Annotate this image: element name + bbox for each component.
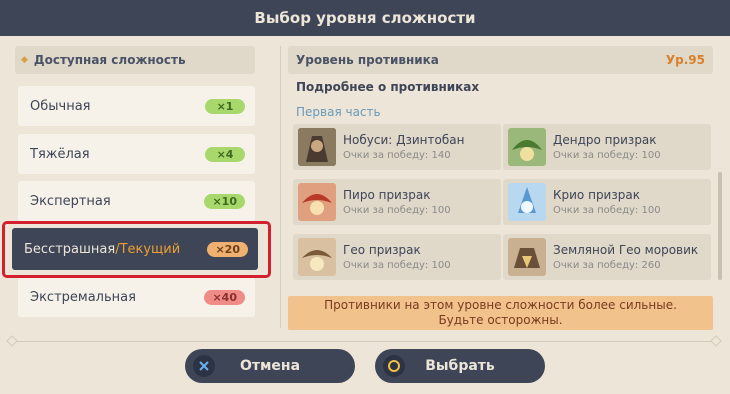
nobushi-icon [298,128,336,166]
dendro-specter-icon [508,128,546,166]
enemy-details-heading: Подробнее о противниках [296,80,480,94]
pyro-specter-icon [298,183,336,221]
selection-highlight [2,221,271,278]
circle-icon [383,355,405,377]
enemy-card[interactable]: Земляной Гео моровик Очки за победу: 260 [503,234,711,280]
select-button[interactable]: Выбрать [375,349,545,383]
enemy-points: Очки за победу: 100 [553,150,661,161]
difficulty-list: ◆ Доступная сложность Обычная ×1 Тяжёлая… [12,46,258,317]
enemy-points: Очки за победу: 100 [343,260,451,271]
enemy-card[interactable]: Пиро призрак Очки за победу: 100 [293,179,501,225]
difficulty-label: Экспертная [30,193,111,209]
enemy-level-row: Уровень противника Ур.95 [288,46,713,74]
enemy-name: Земляной Гео моровик [553,243,699,257]
enemy-points: Очки за победу: 140 [343,150,451,161]
difficulty-label: Обычная [30,98,91,114]
enemy-name: Гео призрак [343,243,421,257]
enemy-level-value: Ур.95 [665,53,705,67]
enemy-name: Дендро призрак [553,133,657,147]
enemy-name: Пиро призрак [343,188,431,202]
enemy-list-scrollbar[interactable] [718,172,722,280]
enemy-card[interactable]: Гео призрак Очки за победу: 100 [293,234,501,280]
available-difficulty-header: ◆ Доступная сложность [15,46,255,74]
enemy-points: Очки за победу: 100 [343,205,451,216]
enemy-name: Нобуси: Дзинтобан [343,133,465,147]
multiplier-badge: ×4 [205,146,245,162]
multiplier-badge: ×1 [205,98,245,114]
cancel-button[interactable]: Отмена [185,349,355,383]
enemy-card[interactable]: Дендро призрак Очки за победу: 100 [503,124,711,170]
enemy-card[interactable]: Нобуси: Дзинтобан Очки за победу: 140 [293,124,501,170]
difficulty-label: Экстремальная [30,289,136,305]
difficulty-warning: Противники на этом уровне сложности боле… [288,296,713,330]
enemy-points: Очки за победу: 100 [553,205,661,216]
enemy-info-panel: Уровень противника Ур.95 Подробнее о про… [288,46,713,330]
enemy-card[interactable]: Крио призрак Очки за победу: 100 [503,179,711,225]
select-label: Выбрать [425,358,495,374]
enemy-level-label: Уровень противника [296,53,439,67]
difficulty-normal[interactable]: Обычная ×1 [18,86,255,126]
difficulty-extreme[interactable]: Экстремальная ×40 [18,277,255,317]
footer-divider [14,341,714,342]
available-difficulty-label: Доступная сложность [33,53,186,67]
multiplier-badge: ×40 [204,289,245,305]
geovishap-icon [508,238,546,276]
cryo-specter-icon [508,183,546,221]
multiplier-badge: ×10 [204,193,245,209]
difficulty-label: Тяжёлая [30,146,90,162]
geo-specter-icon [298,238,336,276]
difficulty-hard[interactable]: Тяжёлая ×4 [18,134,255,174]
cross-icon [193,355,215,377]
difficulty-expert[interactable]: Экспертная ×10 [18,181,255,221]
cancel-label: Отмена [239,358,301,374]
column-divider [280,46,281,328]
enemy-name: Крио призрак [553,188,640,202]
dialog-title: Выбор уровня сложности [0,0,730,36]
enemy-points: Очки за победу: 260 [553,260,661,271]
part-label: Первая часть [296,105,381,119]
diamond-icon: ◆ [21,55,28,65]
